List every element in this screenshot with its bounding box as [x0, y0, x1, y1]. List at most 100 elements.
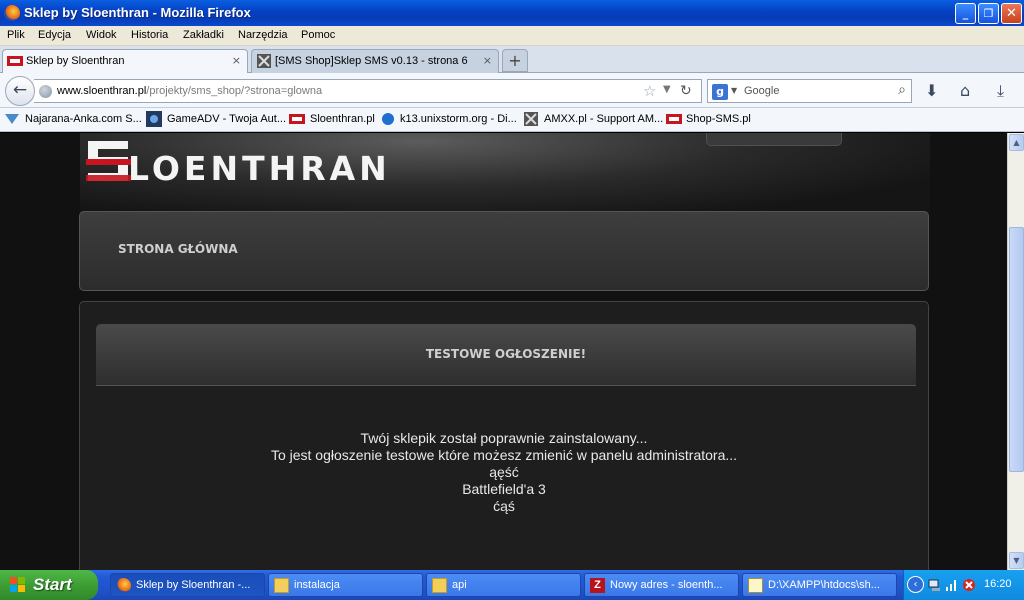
- tab-label: Sklep by Sloenthran: [26, 55, 125, 67]
- taskbar-item-firefox[interactable]: Sklep by Sloenthran -...: [110, 573, 265, 597]
- bookmark-item[interactable]: Sloenthran.pl: [310, 113, 375, 125]
- url-bar[interactable]: www.sloenthran.pl/projekty/sms_shop/?str…: [34, 79, 702, 103]
- notepad-icon: [748, 578, 763, 593]
- announcement-line: ćąś: [493, 498, 515, 514]
- security-icon[interactable]: [962, 578, 976, 592]
- vertical-scrollbar[interactable]: ▲ ▼: [1007, 133, 1024, 570]
- maximize-button[interactable]: ❐: [978, 3, 999, 24]
- system-tray: ‹ 16:20: [903, 570, 1024, 600]
- url-path: /projekty/sms_shop/?strona=glowna: [146, 85, 323, 97]
- bookmark-star-icon[interactable]: ☆: [643, 82, 656, 100]
- menu-edycja[interactable]: Edycja: [38, 29, 71, 41]
- signal-icon[interactable]: [945, 578, 959, 592]
- firefox-icon: [116, 578, 131, 593]
- announcement-title: TESTOWE OGŁOSZENIE!: [425, 347, 587, 361]
- announcement-header: TESTOWE OGŁOSZENIE!: [96, 324, 916, 386]
- windows-flag-icon: [10, 577, 25, 592]
- logo-s-mark-icon: [86, 141, 131, 181]
- filezilla-icon: Z: [590, 578, 605, 593]
- firefox-icon: [4, 5, 20, 21]
- menu-plik[interactable]: Plik: [7, 29, 25, 41]
- bookmark-shop-sms-icon: [666, 114, 682, 124]
- scroll-up-icon[interactable]: ▲: [1009, 134, 1024, 151]
- back-arrow-icon: ←: [12, 80, 28, 100]
- taskbar-item-filezilla[interactable]: Z Nowy adres - sloenth...: [584, 573, 739, 597]
- maximize-icon: ❐: [983, 7, 994, 20]
- back-button[interactable]: ←: [5, 76, 35, 106]
- site-logo[interactable]: LOENTHRAN: [86, 133, 426, 188]
- folder-icon: [274, 578, 289, 593]
- taskbar-item-label: D:\XAMPP\htdocs\sh...: [768, 579, 880, 591]
- bookmark-anka-icon: [5, 114, 19, 124]
- announcement-body: Twój sklepik został poprawnie zainstalow…: [80, 430, 928, 515]
- taskbar-item-label: Nowy adres - sloenth...: [610, 579, 723, 591]
- tab-strip: Sklep by Sloenthran × [SMS Shop]Sklep SM…: [0, 46, 1024, 74]
- history-dropdown-icon[interactable]: ▼: [663, 84, 671, 95]
- new-tab-button[interactable]: +: [502, 49, 528, 72]
- home-icon[interactable]: ⌂: [960, 81, 970, 100]
- menu-widok[interactable]: Widok: [86, 29, 117, 41]
- search-icon[interactable]: ⌕: [898, 82, 906, 98]
- window-titlebar[interactable]: Sklep by Sloenthran - Mozilla Firefox _ …: [0, 0, 1024, 26]
- minimize-icon: _: [962, 7, 969, 20]
- reload-icon[interactable]: ↻: [680, 83, 692, 99]
- search-placeholder: Google: [744, 85, 780, 97]
- bookmark-item[interactable]: AMXX.pl - Support AM...: [544, 113, 663, 125]
- tab-close-icon[interactable]: ×: [483, 54, 492, 67]
- main-navigation: STRONA GŁÓWNA: [79, 211, 929, 291]
- taskbar-item-label: api: [452, 579, 467, 591]
- nav-link-home[interactable]: STRONA GŁÓWNA: [118, 242, 238, 256]
- google-icon[interactable]: g: [712, 84, 728, 100]
- taskbar-item-api[interactable]: api: [426, 573, 581, 597]
- navigation-bar: www.sloenthran.pl/projekty/sms_shop/?str…: [0, 73, 1024, 108]
- menu-narzedzia[interactable]: Narzędzia: [238, 29, 288, 41]
- start-button[interactable]: Start: [0, 570, 98, 600]
- close-button[interactable]: ✕: [1001, 3, 1022, 24]
- start-label: Start: [33, 575, 72, 594]
- minimize-button[interactable]: _: [955, 3, 976, 24]
- window-title: Sklep by Sloenthran - Mozilla Firefox: [24, 5, 251, 20]
- bookmark-item[interactable]: k13.unixstorm.org - Di...: [400, 113, 517, 125]
- menu-pomoc[interactable]: Pomoc: [301, 29, 335, 41]
- tab-sklep[interactable]: Sklep by Sloenthran ×: [2, 49, 248, 74]
- sloenthran-favicon: [7, 56, 23, 66]
- clock[interactable]: 16:20: [984, 578, 1012, 590]
- taskbar-item-instalacja[interactable]: instalacja: [268, 573, 423, 597]
- globe-icon: [39, 85, 52, 98]
- tray-expand-icon[interactable]: ‹: [907, 576, 924, 593]
- bookmark-item[interactable]: GameADV - Twoja Aut...: [167, 113, 286, 125]
- scroll-thumb[interactable]: [1009, 227, 1024, 472]
- menu-bar: Plik Edycja Widok Historia Zakładki Narz…: [0, 26, 1024, 46]
- network-icon[interactable]: [928, 578, 942, 592]
- search-engine-dropdown-icon[interactable]: ▼: [731, 86, 737, 95]
- taskbar: Start Sklep by Sloenthran -... instalacj…: [0, 570, 1024, 600]
- search-bar[interactable]: g ▼ Google ⌕: [707, 79, 912, 103]
- bookmarks-bar: Najarana-Anka.com S... GameADV - Twoja A…: [0, 108, 1024, 132]
- folder-icon: [432, 578, 447, 593]
- menu-zakladki[interactable]: Zakładki: [183, 29, 224, 41]
- announcement-line: ąęść: [489, 464, 519, 480]
- announcement-line: Twój sklepik został poprawnie zainstalow…: [360, 430, 648, 446]
- download-icon[interactable]: ⬇: [925, 81, 938, 100]
- page-viewport: LOENTHRAN STRONA GŁÓWNA TESTOWE OGŁOSZEN…: [0, 133, 1007, 570]
- bookmark-k13-icon: [382, 113, 394, 125]
- scroll-down-icon[interactable]: ▼: [1009, 552, 1024, 569]
- close-icon: ✕: [1006, 6, 1017, 21]
- downloads-panel-icon[interactable]: ⤓: [997, 81, 1004, 101]
- bookmark-gameadv-icon: [146, 111, 162, 127]
- content-panel: TESTOWE OGŁOSZENIE! Twój sklepik został …: [79, 301, 929, 570]
- bookmark-item[interactable]: Najarana-Anka.com S...: [25, 113, 142, 125]
- amxx-favicon: [257, 54, 271, 68]
- tab-sms-shop[interactable]: [SMS Shop]Sklep SMS v0.13 - strona 6 - .…: [251, 49, 499, 73]
- taskbar-item-editor[interactable]: D:\XAMPP\htdocs\sh...: [742, 573, 897, 597]
- url-host: www.sloenthran.pl: [57, 85, 147, 97]
- tab-label: [SMS Shop]Sklep SMS v0.13 - strona 6 - .…: [275, 55, 471, 67]
- tab-close-icon[interactable]: ×: [232, 54, 241, 67]
- bookmark-item[interactable]: Shop-SMS.pl: [686, 113, 751, 125]
- bookmark-amxx-icon: [524, 112, 538, 126]
- url-text[interactable]: www.sloenthran.pl/projekty/sms_shop/?str…: [57, 85, 322, 97]
- announcement-line: To jest ogłoszenie testowe które możesz …: [270, 447, 738, 463]
- menu-historia[interactable]: Historia: [131, 29, 168, 41]
- bookmark-sloenthran-icon: [289, 114, 305, 124]
- login-panel[interactable]: [706, 133, 842, 146]
